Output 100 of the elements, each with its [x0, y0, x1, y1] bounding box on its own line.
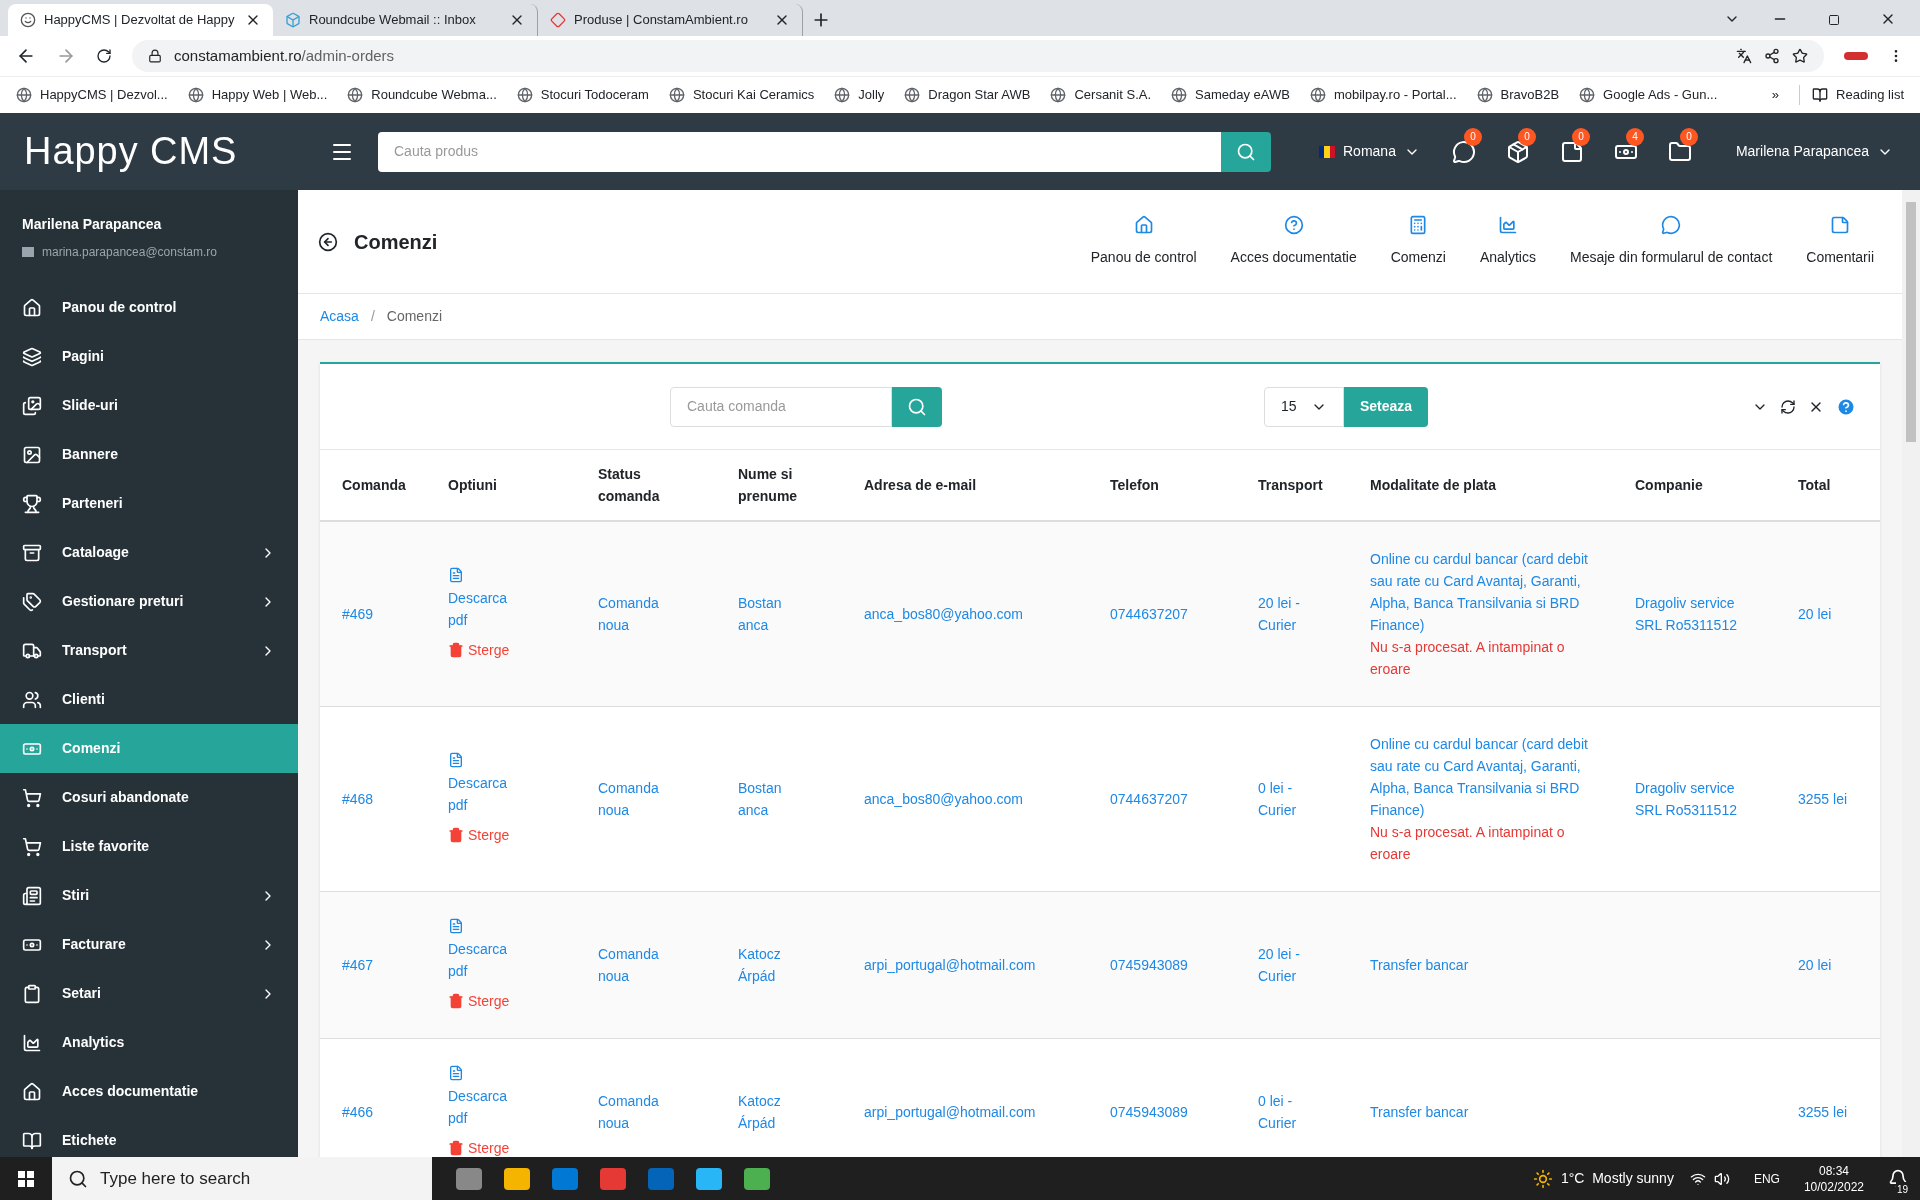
sidebar-item[interactable]: Setari — [0, 969, 298, 1018]
sidebar-item[interactable]: Parteneri — [0, 479, 298, 528]
bookmark-link[interactable]: Google Ads - Gun... — [1579, 85, 1718, 105]
status-link[interactable]: Comanda noua — [598, 943, 678, 987]
customer-name[interactable]: Bostan anca — [738, 777, 798, 821]
sidebar-item[interactable]: Analytics — [0, 1018, 298, 1067]
order-link[interactable]: #466 — [342, 1101, 448, 1123]
shortcut-link[interactable]: Acces documentatie — [1230, 215, 1357, 268]
taskbar-app-icon[interactable] — [600, 1167, 626, 1190]
reload-icon[interactable] — [96, 48, 112, 64]
browser-tab[interactable]: Roundcube Webmail :: Inbox — [273, 4, 538, 36]
download-pdf-link[interactable]: Descarca pdf — [448, 752, 528, 816]
bookmark-link[interactable]: Stocuri Kai Ceramics — [668, 85, 815, 105]
sidebar-item[interactable]: Clienti — [0, 675, 298, 724]
taskbar-app-icon[interactable] — [696, 1167, 722, 1190]
phone-link[interactable]: 0744637207 — [1110, 603, 1258, 625]
bookmark-link[interactable]: Cersanit S.A. — [1050, 85, 1152, 105]
browser-tab[interactable]: Produse | ConstamAmbient.ro — [538, 4, 803, 36]
bookmark-link[interactable]: BravoB2B — [1476, 85, 1560, 105]
restore-icon[interactable] — [1828, 14, 1840, 26]
status-link[interactable]: Comanda noua — [598, 592, 678, 636]
bookmark-link[interactable]: Dragon Star AWB — [904, 85, 1031, 105]
help-icon — [1283, 215, 1304, 235]
bookmark-link[interactable]: mobilpay.ro - Portal... — [1309, 85, 1457, 105]
delete-link[interactable]: Sterge — [448, 1137, 510, 1157]
share-icon[interactable] — [1764, 48, 1780, 64]
order-link[interactable]: #467 — [342, 954, 448, 976]
translate-icon[interactable] — [1736, 48, 1752, 64]
delete-link[interactable]: Sterge — [448, 824, 510, 846]
phone-link[interactable]: 0745943089 — [1110, 1101, 1258, 1123]
language-selector[interactable]: Romana — [1319, 141, 1420, 162]
bookmark-link[interactable]: Happy Web | Web... — [187, 85, 328, 105]
bookmark-link[interactable]: Roundcube Webma... — [347, 85, 497, 105]
help-icon[interactable] — [1836, 396, 1856, 417]
sidebar-item[interactable]: Cosuri abandonate — [0, 773, 298, 822]
email-link[interactable]: arpi_portugal@hotmail.com — [864, 1101, 1110, 1123]
email-link[interactable]: anca_bos80@yahoo.com — [864, 603, 1110, 625]
user-menu[interactable]: Marilena Parapancea — [1735, 141, 1893, 162]
clock-date[interactable]: 10/02/2022 — [1803, 1178, 1864, 1195]
shortcut-link[interactable]: Comentarii — [1806, 215, 1874, 268]
browser-tab[interactable]: HappyCMS | Dezvoltat de Happy — [8, 4, 273, 36]
search-button[interactable] — [1221, 131, 1271, 172]
logo[interactable]: Happy CMS — [24, 130, 238, 172]
order-link[interactable]: #468 — [342, 788, 448, 810]
bookmark-link[interactable]: Stocuri Todoceram — [516, 85, 649, 105]
bookmark-link[interactable]: HappyCMS | Dezvol... — [16, 85, 168, 105]
bookmark-star-icon[interactable] — [1792, 48, 1808, 64]
bookmark-link[interactable]: Jolly — [834, 85, 885, 105]
phone-link[interactable]: 0744637207 — [1110, 788, 1258, 810]
scrollbar-thumb[interactable] — [1906, 202, 1916, 442]
more-bookmarks[interactable]: » — [1771, 85, 1780, 105]
delete-link[interactable]: Sterge — [448, 990, 510, 1012]
sidebar-item[interactable]: Acces documentatie — [0, 1067, 298, 1116]
refresh-icon[interactable] — [1780, 398, 1796, 415]
sidebar-item[interactable]: Liste favorite — [0, 822, 298, 871]
customer-name[interactable]: Bostan anca — [738, 592, 798, 636]
status-link[interactable]: Comanda noua — [598, 777, 678, 821]
bookmark-link[interactable]: Sameday eAWB — [1171, 85, 1290, 105]
clock-time[interactable]: 08:34 — [1818, 1162, 1849, 1179]
area-chart-icon — [22, 1032, 42, 1053]
sidebar-item[interactable]: Bannere — [0, 430, 298, 479]
status-link[interactable]: Comanda noua — [598, 1090, 678, 1134]
shortcut-link[interactable]: Panou de control — [1090, 215, 1197, 268]
sidebar-item[interactable]: Cataloage — [0, 528, 298, 577]
reading-list-button[interactable]: Reading list — [1799, 85, 1904, 105]
back-icon[interactable] — [318, 231, 338, 252]
sidebar-item[interactable]: Stiri — [0, 871, 298, 920]
weather-text[interactable]: 1°C Mostly sunny — [1560, 1168, 1674, 1189]
download-pdf-link[interactable]: Descarca pdf — [448, 918, 528, 982]
breadcrumb-link[interactable]: Acasa — [320, 306, 359, 327]
breadcrumb-separator: / — [370, 307, 375, 326]
sidebar-item[interactable]: Pagini — [0, 332, 298, 381]
order-link[interactable]: #469 — [342, 603, 448, 625]
download-pdf-link[interactable]: Descarca pdf — [448, 567, 528, 631]
sidebar-item[interactable]: Etichete — [0, 1116, 298, 1157]
shortcut-link[interactable]: Comenzi — [1390, 215, 1446, 268]
taskbar-search-field[interactable]: Type here to search — [52, 1157, 432, 1200]
customer-name[interactable]: Katocz Árpád — [738, 943, 798, 987]
taskbar-app-icon[interactable] — [744, 1167, 770, 1190]
email-link[interactable]: anca_bos80@yahoo.com — [864, 788, 1110, 810]
shortcut-link[interactable]: Analytics — [1479, 215, 1536, 268]
search-icon — [68, 1168, 88, 1189]
volume-icon[interactable] — [1713, 1170, 1730, 1187]
shortcut-link[interactable]: Mesaje din formularul de contact — [1569, 215, 1773, 268]
sidebar-item[interactable]: Gestionare preturi — [0, 577, 298, 626]
keyboard-language[interactable]: ENG — [1753, 1169, 1780, 1188]
extension-icon[interactable] — [1844, 52, 1868, 60]
sidebar-item[interactable]: Panou de control — [0, 283, 298, 332]
sidebar-item[interactable]: Facturare — [0, 920, 298, 969]
address-bar[interactable]: constamambient.ro/admin-orders — [132, 40, 1824, 72]
customer-name[interactable]: Katocz Árpád — [738, 1090, 798, 1134]
taskbar-app-icon[interactable] — [504, 1167, 530, 1190]
phone-link[interactable]: 0745943089 — [1110, 954, 1258, 976]
download-pdf-link[interactable]: Descarca pdf — [448, 1065, 528, 1129]
taskbar-app-icon[interactable] — [552, 1167, 578, 1190]
sidebar-item[interactable]: Slide-uri — [0, 381, 298, 430]
sidebar-item[interactable]: Transport — [0, 626, 298, 675]
delete-link[interactable]: Sterge — [448, 639, 510, 661]
taskbar-app-icon[interactable] — [456, 1167, 482, 1190]
email-link[interactable]: arpi_portugal@hotmail.com — [864, 954, 1110, 976]
